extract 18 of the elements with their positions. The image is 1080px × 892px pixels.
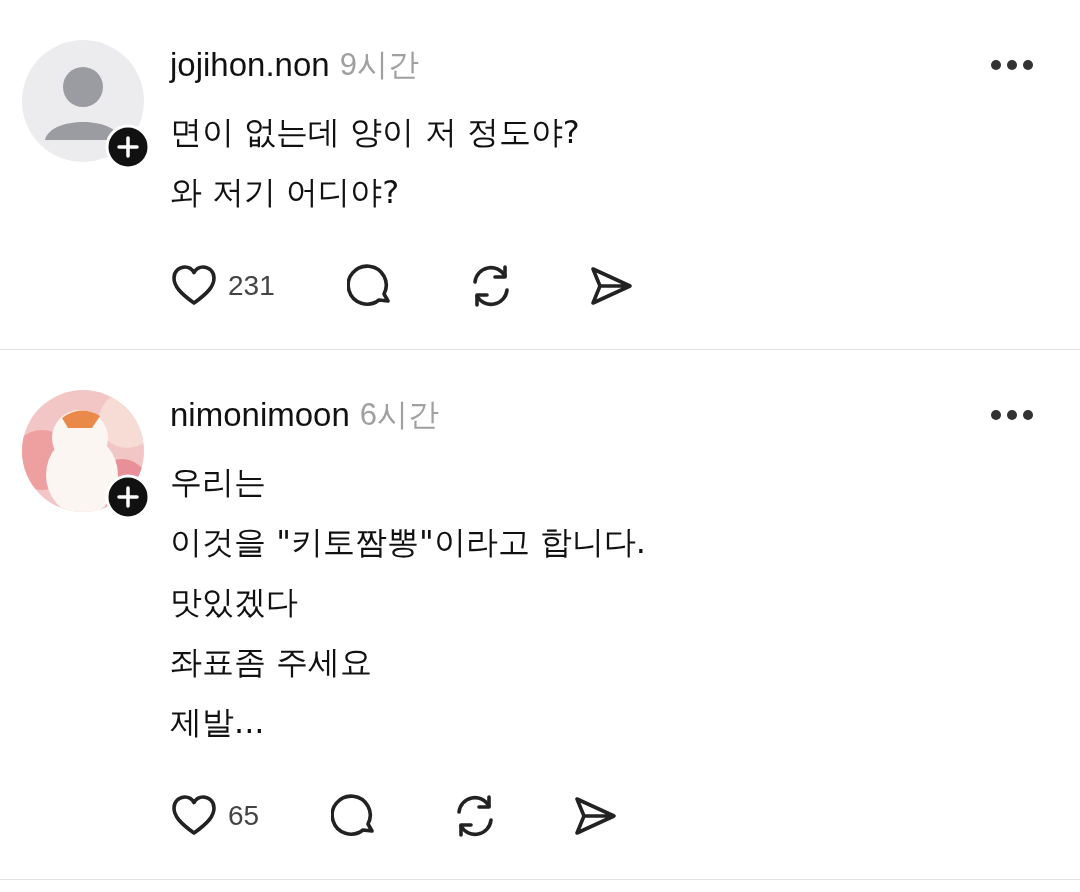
- username[interactable]: nimonimoon: [170, 396, 350, 434]
- comment-text: 우리는: [170, 462, 267, 503]
- comment-text: 좌표좀 주세요: [170, 642, 374, 683]
- username[interactable]: jojihon.non: [170, 46, 330, 84]
- comment-text: 와 저기 어디야?: [170, 172, 401, 213]
- comment-text: 면이 없는데 양이 저 정도야?: [170, 112, 581, 153]
- follow-plus-icon[interactable]: [105, 474, 151, 520]
- avatar-icon[interactable]: [22, 40, 144, 162]
- post-time: 9시간: [339, 46, 419, 84]
- follow-plus-icon[interactable]: [105, 124, 151, 170]
- more-icon[interactable]: [990, 409, 1034, 421]
- comment-text: 이것을 "키토짬뽕"이라고 합니다.: [170, 522, 647, 563]
- like-count: 65: [228, 800, 260, 832]
- comment-text: 맛있겠다: [170, 582, 299, 623]
- comment-text: 제발...: [170, 702, 266, 743]
- more-icon[interactable]: [990, 59, 1034, 71]
- like-count: 231: [228, 270, 275, 302]
- post-time: 6시간: [359, 396, 439, 434]
